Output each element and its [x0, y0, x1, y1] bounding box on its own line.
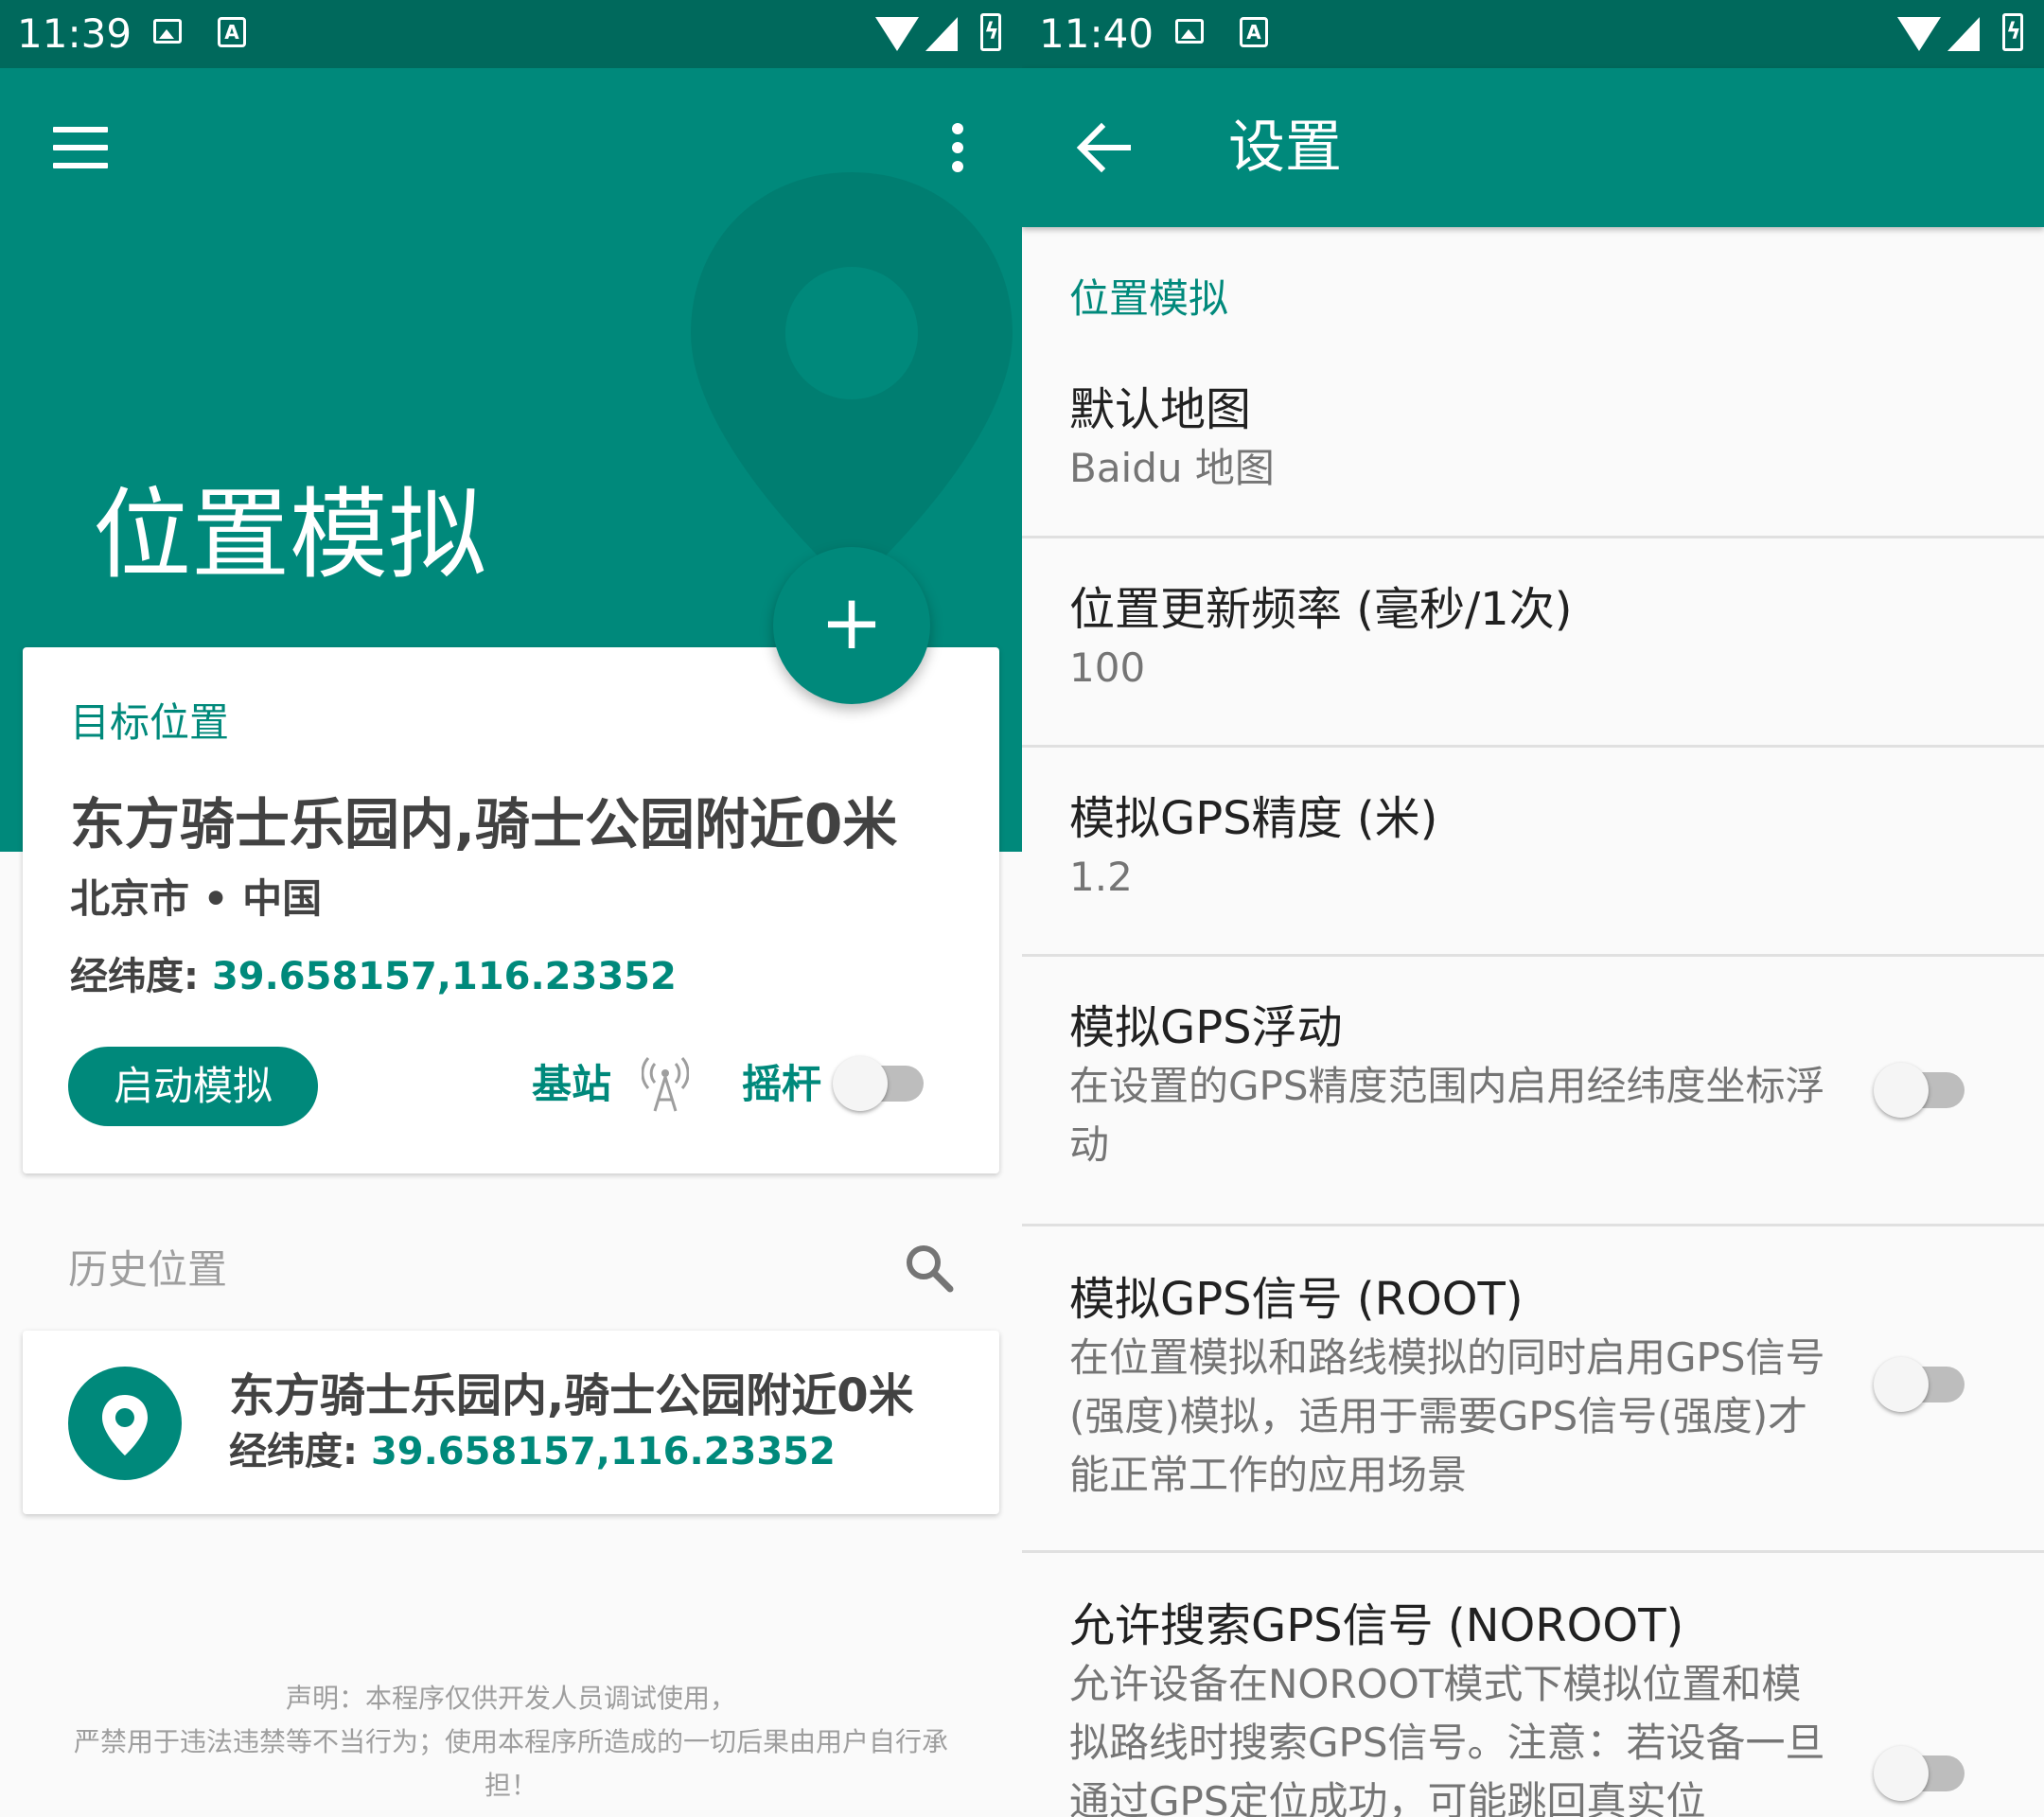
signal-icon — [1947, 17, 1980, 51]
settings-screen: 11:40 A 设置 位置模拟 默认地图 Baidu 地图 位置更新频率 (毫秒… — [1022, 0, 2044, 1817]
wifi-icon — [875, 17, 919, 51]
base-station-option[interactable]: 基站 — [532, 1058, 611, 1111]
pref-summary: 在位置模拟和路线模拟的同时启用GPS信号(强度)模拟，适用于需要GPS信号(强度… — [1069, 1334, 1825, 1498]
joystick-switch[interactable] — [833, 1050, 927, 1111]
pref-title: 模拟GPS精度 (米) — [1069, 792, 1438, 845]
search-icon[interactable] — [903, 1242, 956, 1295]
pref-gps-accuracy[interactable]: 模拟GPS精度 (米) 1.2 — [1022, 748, 2044, 954]
switch-thumb — [1874, 1063, 1929, 1118]
status-time: 11:39 — [17, 10, 132, 57]
pref-gps-signal-root[interactable]: 模拟GPS信号 (ROOT) 在位置模拟和路线模拟的同时启用GPS信号(强度)模… — [1022, 1226, 2044, 1550]
coords-value: 39.658157,116.23352 — [211, 955, 677, 998]
battery-charging-icon — [980, 13, 1001, 51]
pref-gps-float[interactable]: 模拟GPS浮动 在设置的GPS精度范围内启用经纬度坐标浮动 — [1022, 957, 2044, 1224]
status-bar: 11:40 A — [1022, 0, 2044, 68]
pref-gps-search-noroot[interactable]: 允许搜索GPS信号 (NOROOT) 允许设备在NOROOT模式下模拟位置和模拟… — [1022, 1553, 2044, 1817]
pref-default-map[interactable]: 默认地图 Baidu 地图 — [1022, 360, 2044, 536]
target-location-label: 目标位置 — [70, 699, 230, 746]
pref-title: 模拟GPS浮动 — [1069, 1001, 1343, 1054]
pref-title: 模拟GPS信号 (ROOT) — [1069, 1273, 1524, 1326]
gps-float-switch[interactable] — [1874, 1057, 1968, 1118]
gps-search-noroot-switch[interactable] — [1874, 1740, 1968, 1801]
target-place-name: 东方骑士乐园内,骑士公园附近0米 — [70, 792, 898, 856]
antenna-icon[interactable] — [642, 1056, 689, 1113]
section-header-location: 位置模拟 — [1069, 275, 1229, 322]
location-watermark-icon — [691, 172, 1013, 589]
add-location-fab[interactable]: + — [773, 547, 930, 704]
a-notification-icon: A — [1240, 17, 1268, 47]
pref-title: 位置更新频率 (毫秒/1次) — [1069, 583, 1573, 636]
status-bar: 11:39 A — [0, 0, 1022, 68]
disclaimer-line-3: 担！ — [484, 1770, 537, 1801]
start-simulation-button[interactable]: 启动模拟 — [68, 1047, 318, 1126]
coords-label: 经纬度: — [70, 955, 199, 998]
pref-title: 默认地图 — [1069, 383, 1252, 436]
target-location-card: 目标位置 东方骑士乐园内,骑士公园附近0米 北京市 • 中国 经纬度: 39.6… — [23, 647, 999, 1173]
status-time: 11:40 — [1039, 10, 1154, 57]
pref-summary: 100 — [1069, 644, 1146, 691]
page-title: 位置模拟 — [93, 477, 487, 592]
history-coords-label: 经纬度: — [229, 1430, 358, 1473]
switch-thumb — [1874, 1746, 1929, 1801]
history-coords-value: 39.658157,116.23352 — [370, 1430, 836, 1473]
disclaimer-line-1: 声明：本程序仅供开发人员调试使用， — [285, 1683, 736, 1714]
disclaimer: 声明：本程序仅供开发人员调试使用， 严禁用于违法违禁等不当行为；使用本程序所造成… — [19, 1677, 1003, 1808]
back-arrow-icon[interactable] — [1075, 121, 1132, 174]
pref-summary: 1.2 — [1069, 854, 1133, 900]
pref-summary: Baidu 地图 — [1069, 445, 1275, 491]
menu-icon[interactable] — [53, 127, 108, 168]
history-item-name: 东方骑士乐园内,骑士公园附近0米 — [229, 1369, 914, 1422]
image-notification-icon — [153, 19, 182, 44]
more-vert-icon[interactable] — [952, 123, 965, 172]
location-pin-icon — [68, 1367, 182, 1480]
settings-toolbar: 设置 — [1022, 68, 2044, 227]
gps-signal-root-switch[interactable] — [1874, 1351, 1968, 1412]
joystick-option[interactable]: 摇杆 — [742, 1058, 821, 1111]
signal-icon — [925, 17, 958, 51]
pref-title: 允许搜索GPS信号 (NOROOT) — [1069, 1599, 1684, 1652]
history-item-coordinates: 经纬度: 39.658157,116.23352 — [229, 1425, 836, 1478]
a-notification-icon: A — [218, 17, 246, 47]
history-title: 历史位置 — [68, 1246, 228, 1293]
settings-title: 设置 — [1228, 115, 1342, 181]
pref-summary: 在设置的GPS精度范围内启用经纬度坐标浮动 — [1069, 1063, 1825, 1168]
target-region: 北京市 • 中国 — [70, 875, 323, 922]
image-notification-icon — [1175, 19, 1204, 44]
target-coordinates: 经纬度: 39.658157,116.23352 — [70, 950, 677, 1003]
pref-update-frequency[interactable]: 位置更新频率 (毫秒/1次) 100 — [1022, 538, 2044, 745]
main-screen: 11:39 A 位置模拟 目标位置 东方骑士乐园内,骑士公园附近0米 北京市 •… — [0, 0, 1022, 1817]
history-list-item[interactable]: 东方骑士乐园内,骑士公园附近0米 经纬度: 39.658157,116.2335… — [23, 1331, 999, 1514]
switch-thumb — [1874, 1357, 1929, 1412]
pref-summary: 允许设备在NOROOT模式下模拟位置和模拟路线时搜索GPS信号。注意：若设备一旦… — [1069, 1661, 1825, 1817]
battery-charging-icon — [2002, 13, 2023, 51]
switch-thumb — [833, 1056, 888, 1111]
disclaimer-line-2: 严禁用于违法违禁等不当行为；使用本程序所造成的一切后果由用户自行承 — [73, 1726, 948, 1757]
wifi-icon — [1897, 17, 1941, 51]
